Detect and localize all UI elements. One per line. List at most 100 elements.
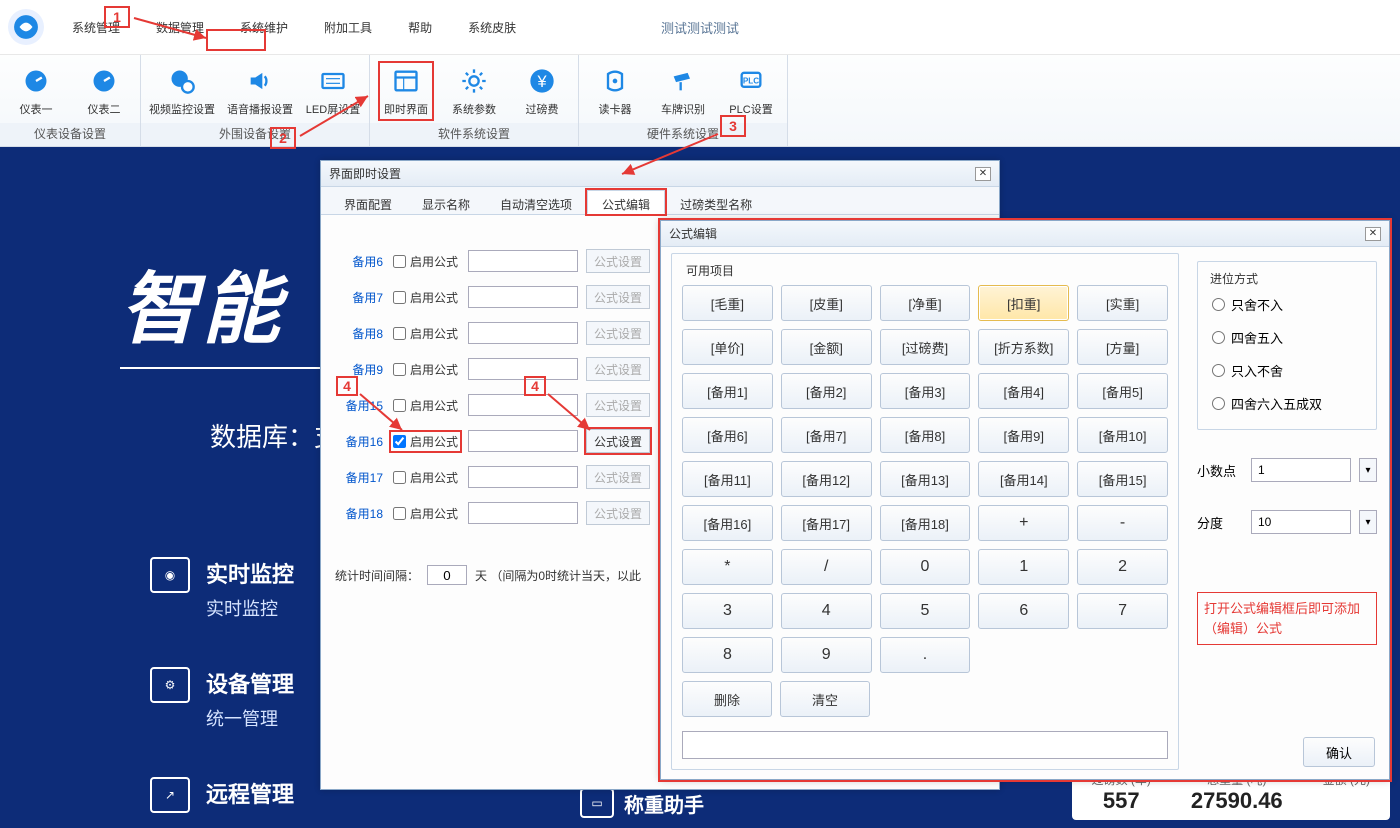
ribbon-tool-PLC设置[interactable]: PLCPLC设置 [723,65,779,117]
digit-button[interactable]: 3 [682,593,773,629]
enable-formula-checkbox[interactable] [393,435,406,448]
digit-button[interactable]: 0 [880,549,971,585]
item-button-4[interactable]: [实重] [1077,285,1168,321]
digit-button[interactable]: 9 [781,637,872,673]
operator-button[interactable]: * [682,549,773,585]
close-icon[interactable]: ✕ [975,167,991,181]
item-button-17[interactable]: [备用8] [880,417,971,453]
carry-option-0[interactable]: 只舍不入 [1212,295,1368,314]
carry-radio[interactable] [1212,298,1225,311]
formula-value-input[interactable] [468,394,578,416]
ribbon-tool-即时界面[interactable]: 即时界面 [378,61,434,121]
enable-formula-checkbox[interactable] [393,255,406,268]
item-button-5[interactable]: [单价] [682,329,773,365]
carry-option-2[interactable]: 只入不舍 [1212,361,1368,380]
item-button-14[interactable]: [备用5] [1077,373,1168,409]
digit-button[interactable]: . [880,637,971,673]
item-button-9[interactable]: [方量] [1077,329,1168,365]
item-button-18[interactable]: [备用9] [978,417,1069,453]
clear-button[interactable]: 清空 [780,681,870,717]
item-button-10[interactable]: [备用1] [682,373,773,409]
digit-button[interactable]: 2 [1077,549,1168,585]
tab-2[interactable]: 自动清空选项 [485,190,587,214]
item-button-3[interactable]: [扣重] [978,285,1069,321]
digit-button[interactable]: 5 [880,593,971,629]
division-value[interactable]: 10 [1251,510,1351,534]
item-button-2[interactable]: [净重] [880,285,971,321]
item-button-0[interactable]: [毛重] [682,285,773,321]
item-button-27[interactable]: [备用18] [880,505,971,541]
dialog2-title-bar[interactable]: 公式编辑 ✕ [661,221,1389,247]
stat-interval-input[interactable] [427,565,467,585]
item-button-16[interactable]: [备用7] [781,417,872,453]
tab-0[interactable]: 界面配置 [329,190,407,214]
formula-value-input[interactable] [468,466,578,488]
enable-formula-checkbox[interactable] [393,507,406,520]
delete-button[interactable]: 删除 [682,681,772,717]
formula-input[interactable] [682,731,1168,759]
item-button-1[interactable]: [皮重] [781,285,872,321]
digit-button[interactable]: 1 [978,549,1069,585]
operator-button[interactable]: / [781,549,872,585]
formula-settings-button[interactable]: 公式设置 [586,429,650,453]
enable-formula-checkbox[interactable] [393,399,406,412]
enable-formula-checkbox[interactable] [393,471,406,484]
digit-button[interactable]: 4 [781,593,872,629]
tab-4[interactable]: 过磅类型名称 [665,190,767,214]
digit-button[interactable]: 6 [978,593,1069,629]
ribbon-tool-语音播报设置[interactable]: 语音播报设置 [227,65,293,117]
item-button-25[interactable]: [备用16] [682,505,773,541]
gauge-icon [86,65,122,97]
formula-value-input[interactable] [468,322,578,344]
carry-radio[interactable] [1212,364,1225,377]
item-button-11[interactable]: [备用2] [781,373,872,409]
item-button-23[interactable]: [备用14] [978,461,1069,497]
decimal-value[interactable]: 1 [1251,458,1351,482]
checkbox-label: 启用公式 [410,433,458,450]
tab-1[interactable]: 显示名称 [407,190,485,214]
carry-radio[interactable] [1212,397,1225,410]
ok-button[interactable]: 确认 [1303,737,1375,767]
ribbon-tool-仪表一[interactable]: 仪表一 [8,65,64,117]
formula-value-input[interactable] [468,430,578,452]
formula-left-panel: 可用项目 [毛重][皮重][净重][扣重][实重][单价][金额][过磅费][折… [661,247,1189,779]
digit-button[interactable]: 7 [1077,593,1168,629]
formula-value-input[interactable] [468,502,578,524]
operator-button[interactable]: + [978,505,1069,541]
enable-formula-checkbox[interactable] [393,291,406,304]
division-spin-button[interactable]: ▾ [1359,510,1377,534]
formula-value-input[interactable] [468,286,578,308]
item-button-20[interactable]: [备用11] [682,461,773,497]
item-button-6[interactable]: [金额] [781,329,872,365]
enable-formula-checkbox[interactable] [393,363,406,376]
enable-formula-checkbox[interactable] [393,327,406,340]
digit-button[interactable]: 8 [682,637,773,673]
formula-value-input[interactable] [468,358,578,380]
ribbon-tool-LED屏设置[interactable]: LED屏设置 [305,65,361,117]
carry-radio[interactable] [1212,331,1225,344]
carry-option-1[interactable]: 四舍五入 [1212,328,1368,347]
item-button-15[interactable]: [备用6] [682,417,773,453]
ribbon-tool-视频监控设置[interactable]: 视频监控设置 [149,65,215,117]
item-button-13[interactable]: [备用4] [978,373,1069,409]
ribbon-tool-读卡器[interactable]: 读卡器 [587,65,643,117]
ribbon-tool-系统参数[interactable]: 系统参数 [446,65,502,117]
ribbon-tool-车牌识别[interactable]: 车牌识别 [655,65,711,117]
item-button-12[interactable]: [备用3] [880,373,971,409]
close-icon[interactable]: ✕ [1365,227,1381,241]
carry-option-3[interactable]: 四舍六入五成双 [1212,394,1368,413]
item-button-22[interactable]: [备用13] [880,461,971,497]
ribbon-tool-仪表二[interactable]: 仪表二 [76,65,132,117]
ribbon-tool-过磅费[interactable]: ¥过磅费 [514,65,570,117]
decimal-spin-button[interactable]: ▾ [1359,458,1377,482]
item-button-24[interactable]: [备用15] [1077,461,1168,497]
operator-button[interactable]: - [1077,505,1168,541]
item-button-19[interactable]: [备用10] [1077,417,1168,453]
item-button-7[interactable]: [过磅费] [880,329,971,365]
formula-value-input[interactable] [468,250,578,272]
tab-3[interactable]: 公式编辑 [587,190,665,214]
item-button-8[interactable]: [折方系数] [978,329,1069,365]
item-button-26[interactable]: [备用17] [781,505,872,541]
dialog1-title-bar[interactable]: 界面即时设置 ✕ [321,161,999,187]
item-button-21[interactable]: [备用12] [781,461,872,497]
